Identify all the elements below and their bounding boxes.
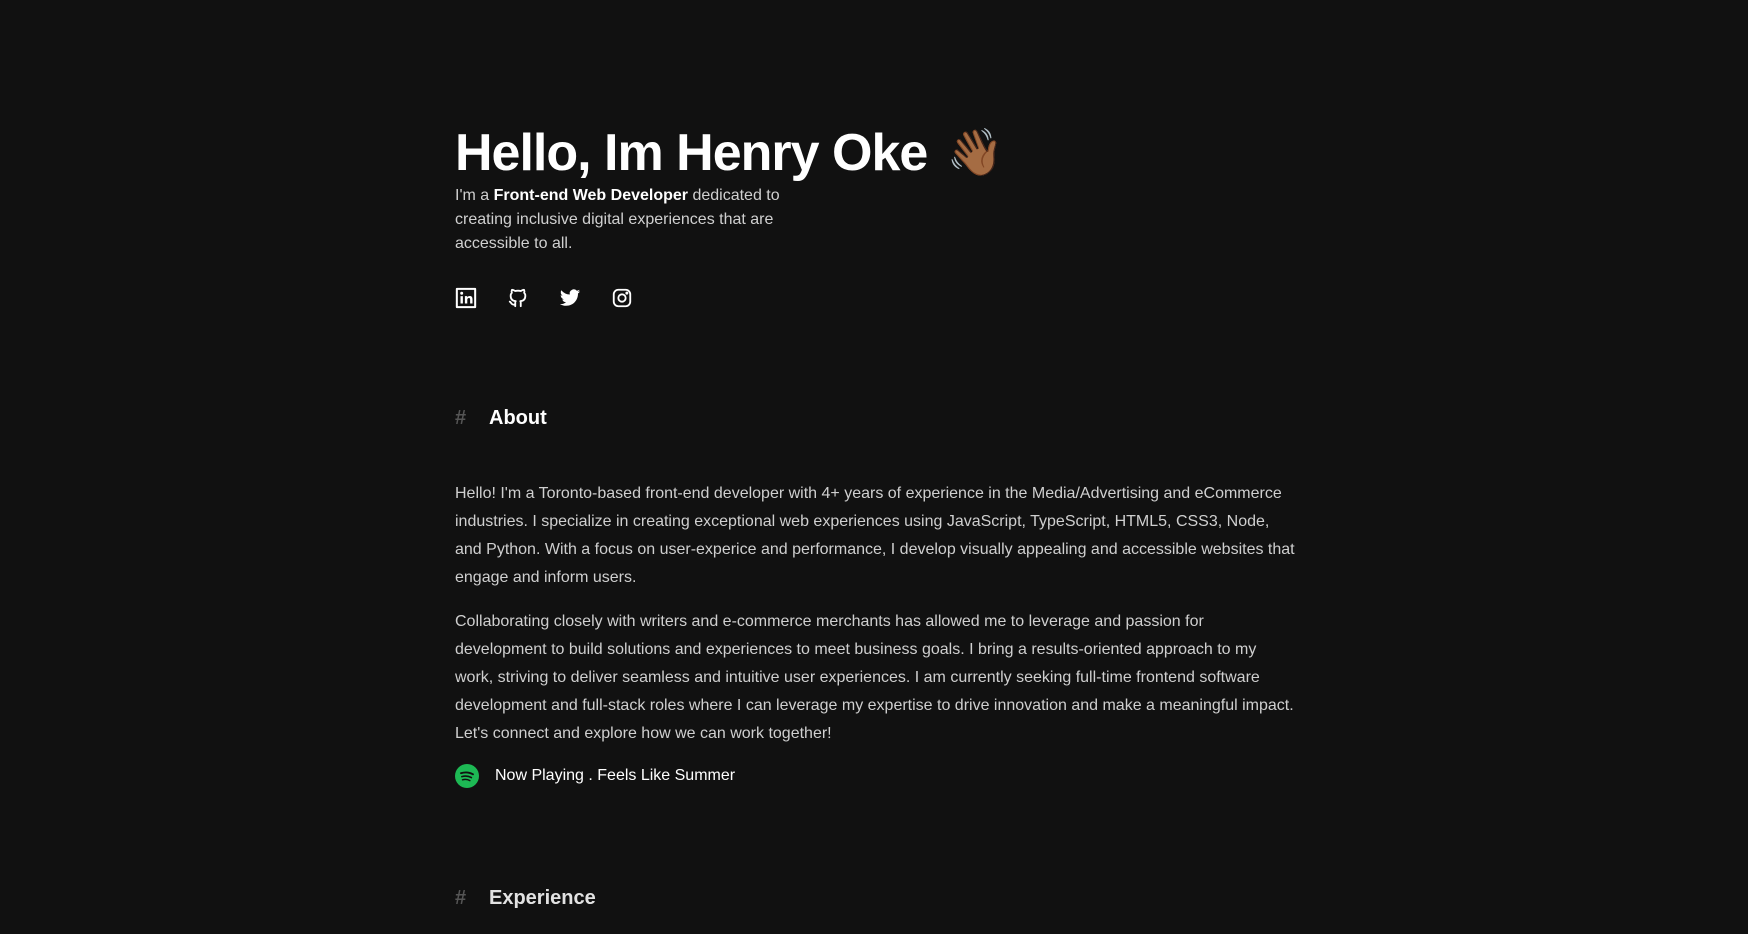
about-paragraph-1: Hello! I'm a Toronto-based front-end dev…: [455, 485, 1295, 586]
hero-title-text: Hello, Im Henry Oke: [455, 124, 928, 182]
linkedin-icon: [455, 287, 477, 309]
portfolio-page: Hello, Im Henry Oke 👋🏾 I'm a Front-end W…: [0, 0, 1748, 934]
now-playing[interactable]: Now Playing . Feels Like Summer: [455, 764, 735, 788]
linkedin-link[interactable]: [455, 287, 477, 309]
experience-heading: # Experience: [455, 884, 596, 912]
github-icon: [508, 288, 527, 308]
hero-title: Hello, Im Henry Oke 👋🏾: [455, 120, 1004, 185]
twitter-icon: [559, 289, 581, 306]
social-links: [455, 287, 633, 309]
wave-emoji-icon: 👋🏾: [946, 126, 1004, 178]
experience-heading-text: Experience: [489, 887, 596, 909]
about-paragraph-2: Collaborating closely with writers and e…: [455, 613, 1294, 742]
spotify-icon: [455, 764, 479, 788]
about-body: Hello! I'm a Toronto-based front-end dev…: [455, 480, 1295, 764]
instagram-icon: [612, 288, 632, 308]
hero-intro: I'm a Front-end Web Developer dedicated …: [455, 184, 815, 256]
instagram-link[interactable]: [611, 287, 633, 309]
about-heading: # About: [455, 404, 547, 432]
about-heading-text: About: [489, 407, 547, 429]
twitter-link[interactable]: [559, 287, 581, 309]
github-link[interactable]: [507, 287, 529, 309]
hash-symbol: #: [455, 407, 467, 429]
hash-symbol: #: [455, 887, 467, 909]
now-playing-text: Now Playing . Feels Like Summer: [495, 767, 736, 784]
intro-prefix: I'm a: [455, 187, 494, 204]
intro-role: Front-end Web Developer: [493, 187, 689, 204]
